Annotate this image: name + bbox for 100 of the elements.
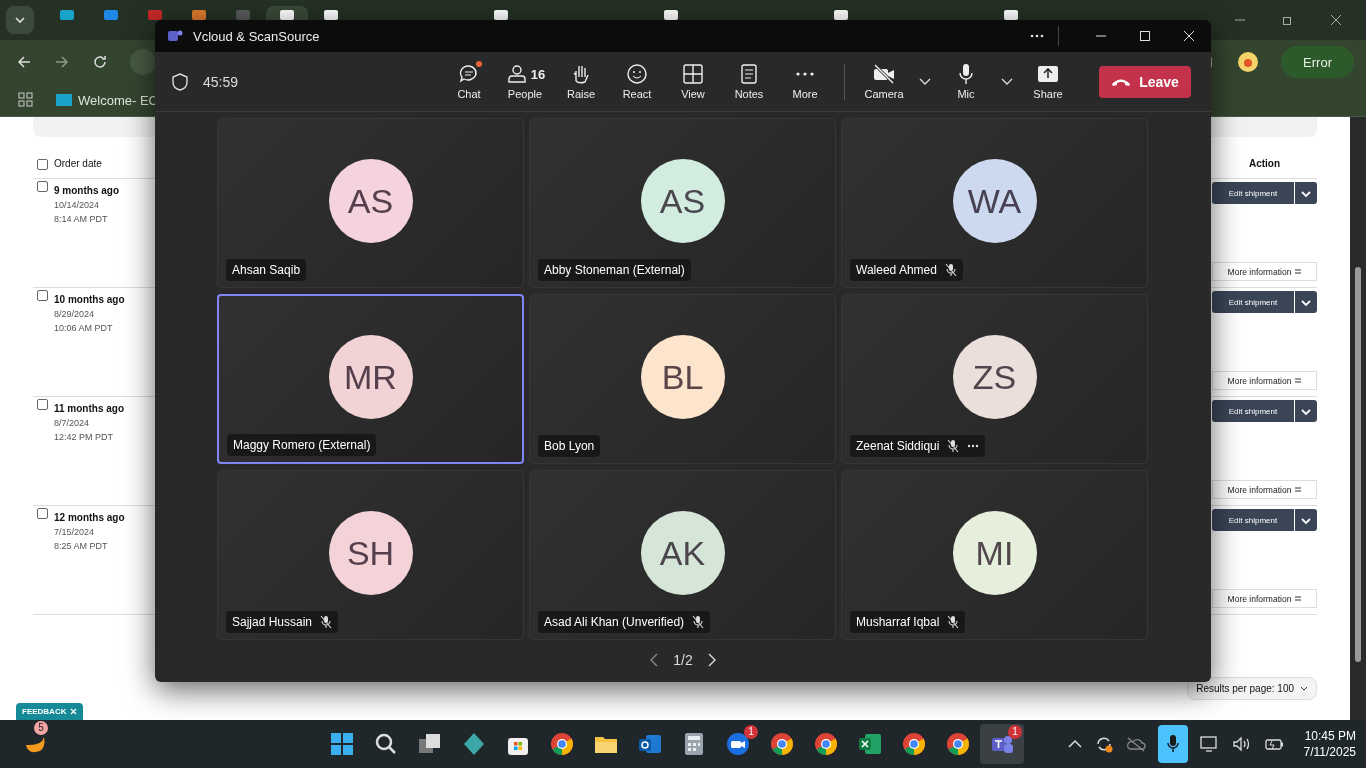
mic-button[interactable]: Mic bbox=[941, 63, 991, 100]
share-button[interactable]: Share bbox=[1023, 63, 1073, 100]
previous-page-icon[interactable] bbox=[649, 653, 660, 667]
edit-shipment-button[interactable]: Edit shipment bbox=[1212, 182, 1294, 204]
microphone-in-use-icon[interactable] bbox=[1157, 725, 1188, 763]
more-button[interactable]: More bbox=[780, 63, 830, 100]
more-information-button[interactable]: More information bbox=[1212, 589, 1317, 608]
battery-icon[interactable] bbox=[1263, 736, 1284, 752]
participant-tile[interactable]: AS Ahsan Saqib bbox=[217, 118, 524, 288]
participant-tile[interactable]: ZS Zeenat Siddiqui bbox=[841, 294, 1148, 464]
chevron-down-icon bbox=[1301, 189, 1311, 198]
chevron-down-icon bbox=[14, 14, 26, 26]
edit-shipment-button[interactable]: Edit shipment bbox=[1212, 509, 1294, 531]
site-icon bbox=[192, 10, 206, 20]
browser-icon[interactable] bbox=[945, 731, 971, 757]
browser-icon[interactable] bbox=[901, 731, 927, 757]
shield-icon bbox=[171, 71, 189, 92]
chevron-up-icon[interactable] bbox=[1067, 739, 1082, 749]
avatar: MR bbox=[328, 335, 413, 419]
notification-badge: 1 bbox=[744, 725, 758, 739]
browser-icon[interactable] bbox=[769, 731, 795, 757]
page-indicator: 1/2 bbox=[673, 652, 693, 668]
row-checkbox[interactable] bbox=[37, 508, 48, 519]
participant-tile[interactable]: MR Maggy Romero (External) bbox=[217, 294, 524, 464]
clock-time[interactable]: 10:45 PM bbox=[1304, 729, 1356, 743]
participant-name: Bob Lyon bbox=[544, 439, 595, 453]
next-page-icon[interactable] bbox=[706, 653, 717, 667]
back-icon[interactable] bbox=[16, 54, 32, 70]
feedback-tab[interactable]: FEEDBACK bbox=[16, 703, 84, 720]
notes-button[interactable]: Notes bbox=[724, 63, 774, 100]
participant-tile[interactable]: WA Waleed Ahmed bbox=[841, 118, 1148, 288]
more-information-button[interactable]: More information bbox=[1212, 371, 1317, 390]
dropdown-button[interactable] bbox=[1294, 182, 1317, 204]
dropdown-button[interactable] bbox=[1294, 509, 1317, 531]
results-per-page-dropdown[interactable]: Results per page: 100 bbox=[1187, 677, 1317, 700]
row-checkbox[interactable] bbox=[37, 290, 48, 301]
site-icon bbox=[280, 10, 294, 20]
profile-error-button[interactable]: Error bbox=[1281, 46, 1354, 78]
chevron-icon[interactable] bbox=[1001, 77, 1013, 86]
edit-shipment-button[interactable]: Edit shipment bbox=[1212, 291, 1294, 313]
more-options-icon[interactable] bbox=[967, 444, 980, 448]
participant-tile[interactable]: BL Bob Lyon bbox=[529, 294, 836, 464]
leave-button[interactable]: Leave bbox=[1099, 65, 1191, 98]
restore-icon[interactable] bbox=[1282, 14, 1294, 26]
row-checkbox[interactable] bbox=[37, 181, 48, 192]
forward-icon[interactable] bbox=[54, 54, 70, 70]
participant-tile[interactable]: AK Asad Ali Khan (Unverified) bbox=[529, 470, 836, 640]
clock-date[interactable]: 7/11/2025 bbox=[1303, 745, 1356, 759]
scrollbar[interactable] bbox=[1350, 117, 1366, 720]
apps-grid-icon[interactable] bbox=[18, 92, 34, 108]
people-button[interactable]: 16 People bbox=[500, 63, 550, 100]
volume-icon[interactable] bbox=[1231, 736, 1252, 752]
video-app-icon[interactable] bbox=[725, 731, 751, 757]
avatar: MI bbox=[952, 511, 1037, 595]
lines-icon bbox=[1295, 378, 1302, 383]
site-icon bbox=[494, 10, 508, 20]
avatar: AK bbox=[640, 511, 725, 595]
order-time: 8:14 AM PDT bbox=[54, 214, 109, 224]
cloud-off-icon[interactable] bbox=[1125, 736, 1146, 752]
site-icon bbox=[1004, 10, 1018, 20]
taskbar-button[interactable]: 1 bbox=[980, 724, 1024, 764]
reload-icon[interactable] bbox=[92, 54, 108, 70]
more-information-button[interactable]: More information bbox=[1212, 480, 1317, 499]
select-all-checkbox[interactable] bbox=[37, 159, 48, 170]
browser-tab[interactable] bbox=[266, 6, 308, 20]
diamond-icon[interactable] bbox=[461, 731, 487, 757]
site-icon bbox=[60, 10, 74, 20]
network-icon[interactable] bbox=[1199, 735, 1220, 753]
more-information-button[interactable]: More information bbox=[1212, 262, 1317, 281]
react-button[interactable]: React bbox=[612, 63, 662, 100]
spreadsheet-icon[interactable] bbox=[857, 731, 883, 757]
chat-button[interactable]: Chat bbox=[444, 63, 494, 100]
meeting-timer: 45:59 bbox=[203, 73, 239, 90]
more-options-icon[interactable] bbox=[1030, 34, 1044, 38]
maximize-icon[interactable] bbox=[1139, 30, 1151, 42]
profile-avatar-icon[interactable] bbox=[1237, 51, 1260, 73]
raise-button[interactable]: Raise bbox=[556, 63, 606, 100]
participant-tile[interactable]: AS Abby Stoneman (External) bbox=[529, 118, 836, 288]
edit-shipment-button[interactable]: Edit shipment bbox=[1212, 400, 1294, 422]
browser-icon[interactable] bbox=[549, 731, 575, 757]
close-icon[interactable] bbox=[1330, 14, 1342, 26]
chevron-down-icon bbox=[1301, 298, 1311, 307]
window-title: Vcloud & ScanSource bbox=[193, 28, 320, 44]
row-checkbox[interactable] bbox=[37, 399, 48, 410]
order-date: 8/29/2024 bbox=[54, 309, 96, 319]
order-date: 7/15/2024 bbox=[54, 527, 96, 537]
site-icon bbox=[834, 10, 848, 20]
notification-badge: 1 bbox=[1008, 725, 1022, 739]
dropdown-button[interactable] bbox=[1294, 291, 1317, 313]
browser-icon[interactable] bbox=[813, 731, 839, 757]
start-icon[interactable] bbox=[329, 731, 355, 757]
participant-name: Asad Ali Khan (Unverified) bbox=[544, 615, 685, 629]
chevron-icon[interactable] bbox=[919, 77, 931, 86]
tab-list-button[interactable] bbox=[6, 6, 34, 34]
dropdown-button[interactable] bbox=[1294, 400, 1317, 422]
participant-tile[interactable]: SH Sajjad Hussain bbox=[217, 470, 524, 640]
avatar: WA bbox=[952, 159, 1037, 243]
participant-tile[interactable]: MI Musharraf Iqbal bbox=[841, 470, 1148, 640]
view-button[interactable]: View bbox=[668, 63, 718, 100]
camera-button[interactable]: Camera bbox=[859, 63, 909, 100]
